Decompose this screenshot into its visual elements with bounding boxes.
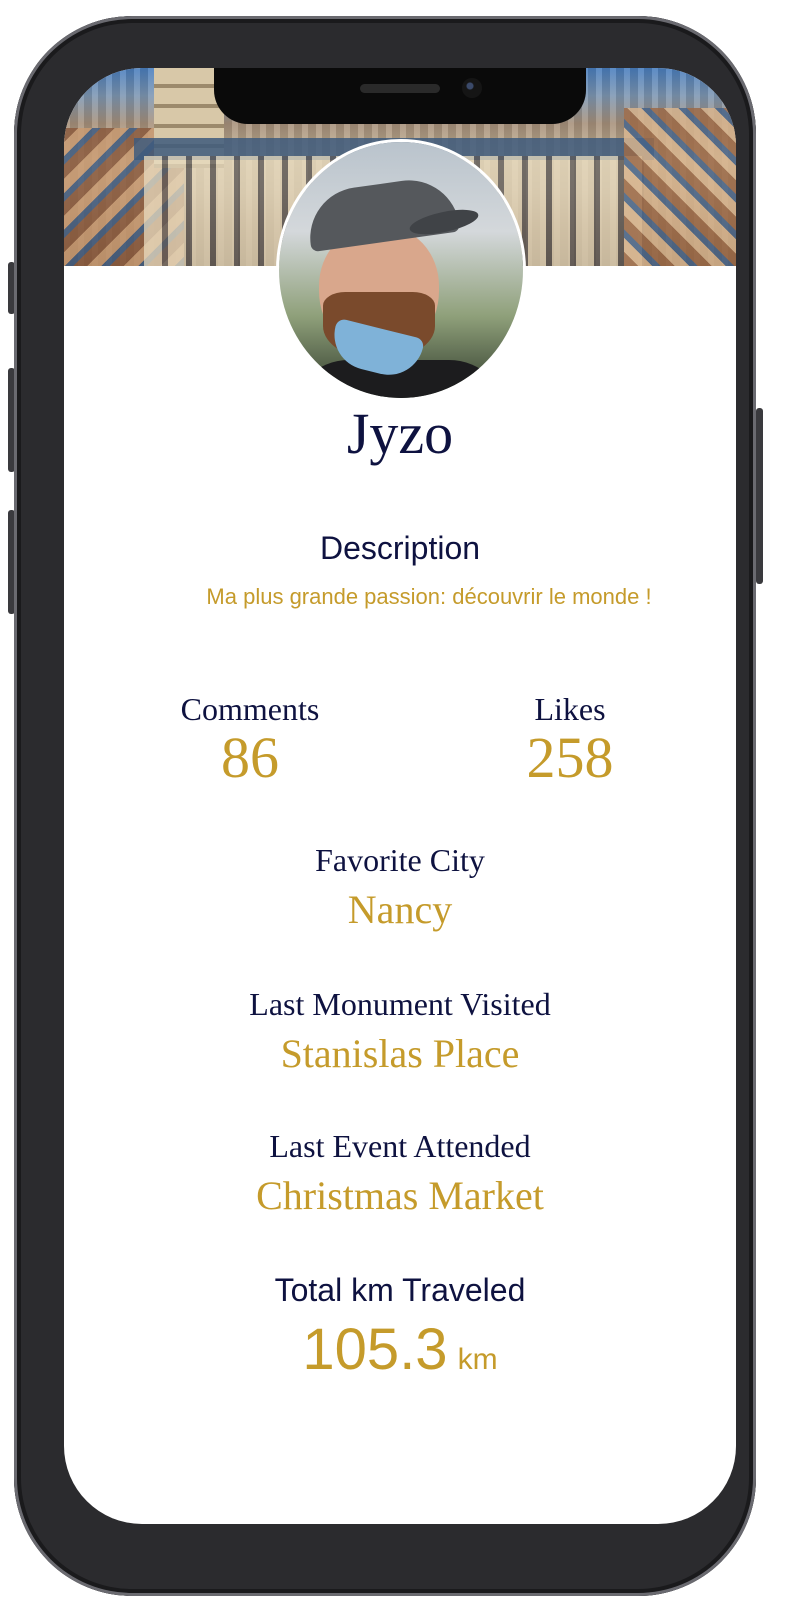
likes-count: 258 bbox=[526, 725, 614, 790]
description-title: Description bbox=[319, 530, 481, 566]
total-km-unit: km bbox=[457, 1343, 498, 1376]
last-monument-label: Last Monument Visited bbox=[249, 986, 551, 1022]
likes-stat: Likes 258 bbox=[450, 690, 690, 788]
likes-label: Likes bbox=[534, 691, 606, 727]
cover-rooftops-right bbox=[624, 108, 736, 266]
speaker-grille bbox=[360, 84, 440, 93]
total-km-label: Total km Traveled bbox=[274, 1272, 526, 1308]
last-event-label: Last Event Attended bbox=[269, 1128, 531, 1164]
phone-frame: Jyzo Description Ma plus grande passion:… bbox=[14, 16, 756, 1596]
favorite-city-value: Nancy bbox=[347, 887, 453, 932]
favorite-city-label: Favorite City bbox=[315, 842, 485, 878]
last-event-value: Christmas Market bbox=[256, 1173, 544, 1218]
phone-screen: Jyzo Description Ma plus grande passion:… bbox=[64, 68, 736, 1524]
total-km-display: 105.3 km bbox=[64, 1316, 736, 1383]
front-camera bbox=[462, 78, 482, 98]
phone-notch bbox=[214, 68, 586, 124]
last-monument-value: Stanislas Place bbox=[280, 1031, 520, 1076]
total-km-value: 105.3 bbox=[302, 1317, 448, 1382]
power-button bbox=[756, 408, 763, 584]
comments-count: 86 bbox=[221, 725, 279, 790]
profile-avatar bbox=[279, 142, 523, 398]
comments-label: Comments bbox=[180, 691, 320, 727]
description-text: Ma plus grande passion: découvrir le mon… bbox=[206, 584, 652, 609]
profile-name: Jyzo bbox=[346, 401, 454, 466]
comments-stat: Comments 86 bbox=[130, 690, 370, 788]
